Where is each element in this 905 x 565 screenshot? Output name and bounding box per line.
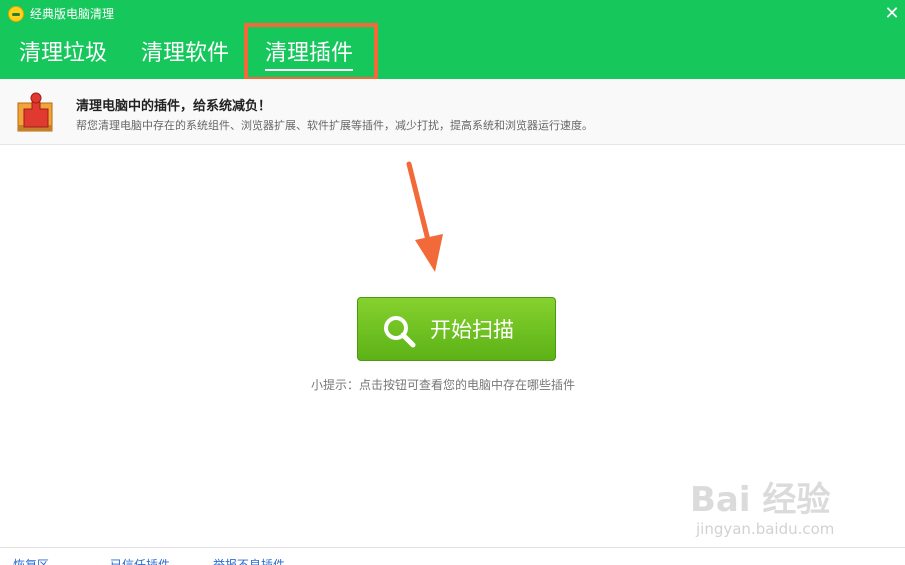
puzzle-plugin-icon bbox=[17, 92, 53, 132]
app-logo-icon bbox=[8, 6, 24, 22]
trusted-plugins-link[interactable]: 已信任插件 bbox=[110, 556, 170, 565]
start-scan-button[interactable]: 开始扫描 bbox=[357, 297, 556, 361]
info-strip: 清理电脑中的插件，给系统减负！ 帮您清理电脑中存在的系统组件、浏览器扩展、软件扩… bbox=[0, 79, 905, 145]
report-bad-plugins-link[interactable]: 举报不良插件 bbox=[213, 556, 285, 565]
active-tab-underline bbox=[265, 69, 353, 71]
window-title: 经典版电脑清理 bbox=[30, 7, 115, 21]
restore-area-link[interactable]: 恢复区 bbox=[13, 556, 49, 565]
info-heading: 清理电脑中的插件，给系统减负！ bbox=[76, 99, 272, 114]
tab-clean-junk[interactable]: 清理垃圾 bbox=[19, 34, 107, 74]
tab-clean-plugins-label: 清理插件 bbox=[265, 41, 354, 66]
close-icon[interactable]: ✕ bbox=[884, 5, 900, 23]
watermark-logo: Bai 经验 bbox=[690, 480, 831, 520]
tab-clean-software[interactable]: 清理软件 bbox=[141, 34, 229, 74]
header: 经典版电脑清理 ✕ 清理垃圾 清理软件 清理插件 bbox=[0, 0, 905, 79]
baidu-watermark: Bai 经验 jingyan.baidu.com bbox=[690, 462, 900, 552]
footer: 恢复区 已信任插件 举报不良插件 bbox=[0, 547, 905, 565]
tab-bar: 清理垃圾 清理软件 清理插件 bbox=[0, 34, 905, 74]
scan-tip: 小提示：点击按钮可查看您的电脑中存在哪些插件 bbox=[311, 378, 576, 392]
info-description: 帮您清理电脑中存在的系统组件、浏览器扩展、软件扩展等插件，减少打扰，提高系统和浏… bbox=[76, 119, 593, 132]
start-scan-label: 开始扫描 bbox=[430, 318, 514, 342]
title-bar: 经典版电脑清理 ✕ bbox=[0, 0, 905, 30]
search-icon bbox=[384, 316, 416, 348]
arrow-down-annotation bbox=[406, 161, 443, 272]
tab-clean-plugins[interactable]: 清理插件 bbox=[265, 34, 353, 74]
watermark-url: jingyan.baidu.com bbox=[696, 520, 835, 538]
